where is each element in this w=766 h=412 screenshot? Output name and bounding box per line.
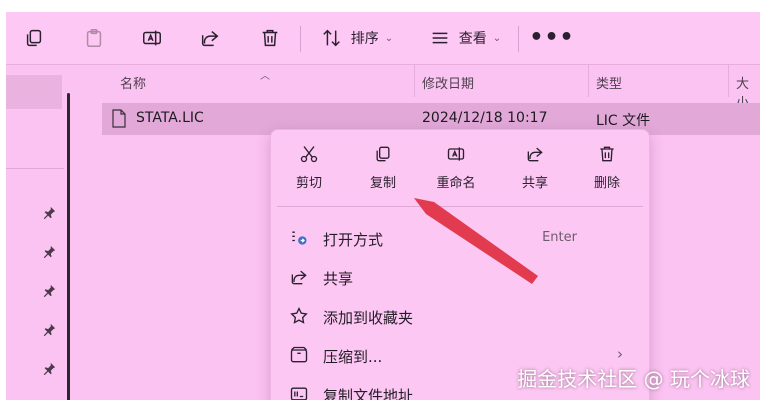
delete-button[interactable]	[256, 24, 284, 52]
menu-item-shortcut: Enter	[542, 230, 577, 245]
chevron-right-icon: ›	[617, 345, 623, 363]
file-name: STATA.LIC	[136, 110, 204, 126]
cut-action[interactable]: 剪切	[279, 144, 339, 196]
explorer-window: 排序 ⌄ 查看 ⌄ ••• ︿ 名称 修改日期 类型 大小 STATA.L	[6, 12, 760, 400]
sort-label: 排序	[350, 31, 379, 47]
file-icon	[112, 109, 126, 128]
menu-item-open-with[interactable]: 打开方式 Enter	[271, 219, 649, 257]
rename-button[interactable]	[138, 24, 166, 52]
file-modified: 2024/12/18 10:17	[422, 110, 548, 126]
menu-item-label: 打开方式	[323, 231, 384, 249]
pin-icon[interactable]	[42, 206, 56, 220]
view-button[interactable]: 查看 ⌄	[424, 24, 506, 52]
more-options-button[interactable]: •••	[529, 24, 573, 52]
view-label: 查看	[458, 31, 487, 47]
trash-icon	[600, 146, 614, 162]
pin-icon[interactable]	[42, 323, 56, 337]
rename-icon	[143, 30, 161, 46]
new-copy-button[interactable]	[20, 24, 48, 52]
menu-item-label: 共享	[323, 270, 354, 288]
column-divider[interactable]	[588, 65, 589, 97]
scissors-icon	[300, 146, 318, 163]
copy-action[interactable]: 复制	[353, 144, 413, 196]
column-header-row: ︿ 名称 修改日期 类型 大小	[82, 65, 760, 111]
rename-icon	[447, 147, 465, 161]
sort-ascending-icon: ︿	[260, 71, 270, 82]
menu-item-label: 复制文件地址	[323, 387, 414, 400]
toolbar-divider	[518, 26, 519, 52]
chevron-down-icon: ⌄	[384, 32, 394, 44]
column-header-modified[interactable]: 修改日期	[422, 73, 474, 92]
share-icon	[201, 31, 219, 47]
paste-button[interactable]	[80, 24, 108, 52]
menu-item-share[interactable]: 共享	[271, 258, 649, 296]
copy-label: 复制	[369, 176, 396, 191]
star-icon	[290, 306, 308, 324]
sidebar-divider	[6, 168, 64, 169]
sort-button[interactable]: 排序 ⌄	[316, 24, 398, 52]
pin-icon[interactable]	[42, 362, 56, 376]
pin-icon[interactable]	[42, 284, 56, 298]
navigation-pane	[6, 65, 78, 400]
file-type: LIC 文件	[596, 113, 651, 129]
copy-icon	[376, 146, 390, 162]
rename-action[interactable]: 重命名	[426, 144, 486, 196]
cut-label: 剪切	[295, 176, 322, 191]
context-menu: 剪切 复制 重命名 共享 删除 打开方式 Enter 共享 添加到收藏夹 压缩到…	[270, 129, 650, 400]
column-divider[interactable]	[728, 65, 729, 97]
clipboard-icon	[86, 29, 102, 47]
share-icon	[291, 270, 307, 285]
delete-action[interactable]: 删除	[577, 144, 637, 196]
view-list-icon	[432, 32, 448, 44]
menu-item-add-favorites[interactable]: 添加到收藏夹	[271, 297, 649, 335]
sidebar-scrollbar[interactable]	[67, 93, 70, 400]
archive-icon	[290, 346, 308, 363]
share-label: 共享	[521, 176, 548, 191]
pin-icon[interactable]	[42, 245, 56, 259]
command-bar: 排序 ⌄ 查看 ⌄ •••	[6, 12, 760, 65]
column-header-name[interactable]: 名称	[120, 73, 146, 92]
menu-item-label: 添加到收藏夹	[323, 309, 414, 327]
column-divider[interactable]	[414, 65, 415, 97]
menu-divider	[277, 206, 643, 207]
corner-watermark: 掘金技术社区 @ 玩个冰球	[517, 367, 750, 391]
rename-label: 重命名	[436, 176, 476, 191]
menu-item-label: 压缩到...	[323, 348, 383, 366]
share-button[interactable]	[196, 24, 224, 52]
sort-icon	[323, 29, 340, 47]
share-icon	[527, 147, 543, 162]
share-action[interactable]: 共享	[505, 144, 565, 196]
open-with-icon	[292, 231, 307, 245]
sidebar-selected-item[interactable]	[6, 75, 62, 109]
delete-label: 删除	[593, 176, 620, 191]
trash-icon	[262, 29, 278, 47]
toolbar-divider	[300, 26, 301, 52]
column-header-type[interactable]: 类型	[596, 73, 622, 92]
chevron-down-icon: ⌄	[492, 32, 502, 44]
copy-path-icon	[290, 387, 308, 400]
copy-icon	[26, 29, 42, 47]
